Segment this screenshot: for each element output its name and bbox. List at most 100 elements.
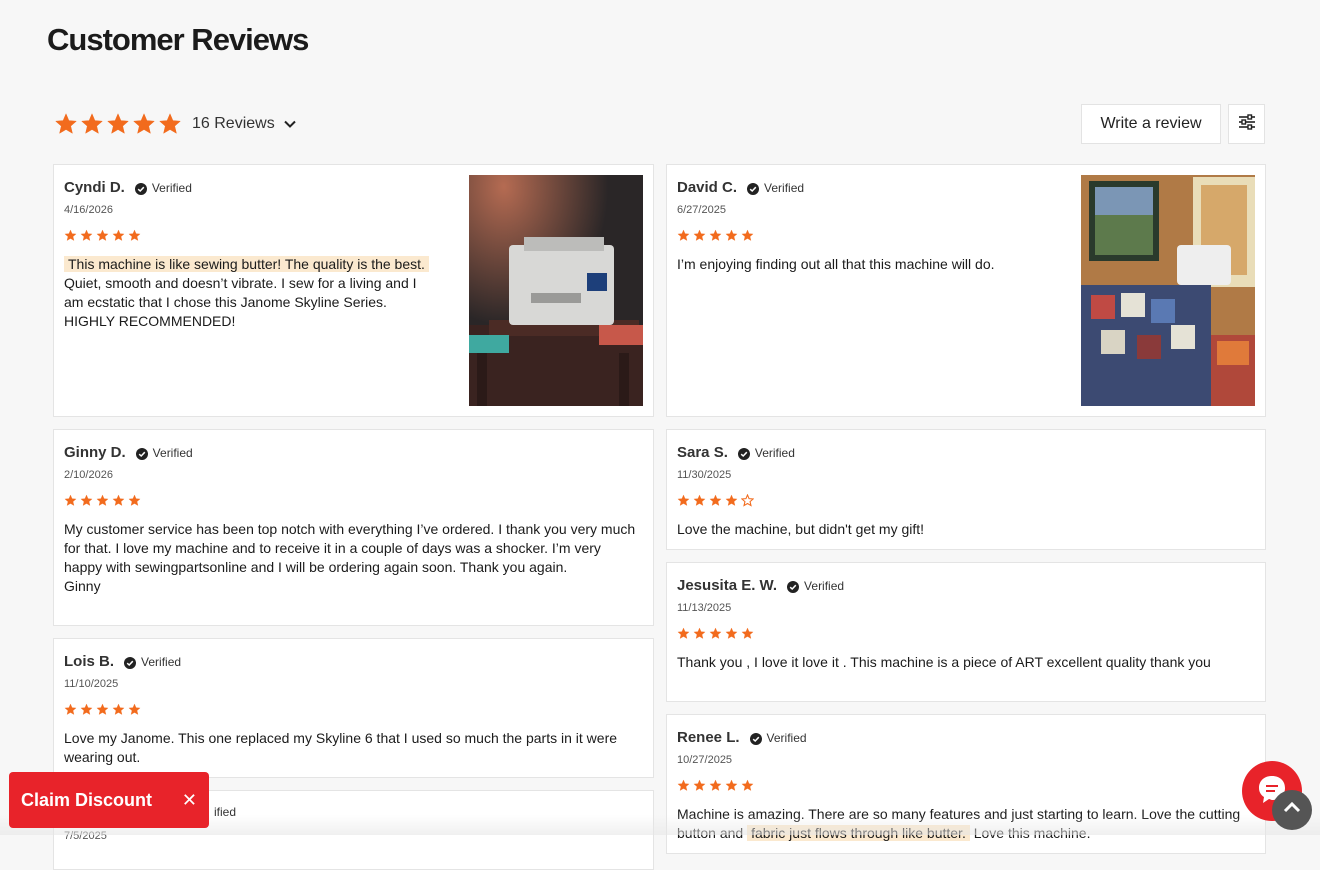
close-icon[interactable]: ✕ [182,790,197,811]
star-icon [107,113,129,134]
star-icon [159,113,181,134]
review-date: 10/27/2025 [677,754,733,766]
scroll-top-button[interactable] [1272,790,1312,830]
check-circle-icon [135,447,148,460]
star-icon [80,494,93,506]
star-icon [112,494,125,506]
review-count: 16 Reviews [192,115,275,132]
review-body: My customer service has been top notch w… [64,521,636,575]
review-date: 11/13/2025 [677,602,732,614]
verified-badge: Verified [141,654,182,669]
review-stars [677,627,754,640]
reviewer-name: Lois B. [64,653,115,670]
check-circle-icon [749,732,762,745]
review-photo[interactable] [1081,175,1255,406]
review-stars [677,494,754,507]
sliders-icon [1238,113,1256,135]
check-circle-icon [747,182,760,195]
star-icon [112,703,125,715]
star-icon [741,627,754,639]
review-card: David C. Verified 6/27/2025 I’m enjoying… [666,164,1266,417]
star-icon [741,229,754,241]
verified-badge: Verified [152,445,193,460]
review-stars [64,703,141,716]
star-icon [725,229,738,241]
review-date: 6/27/2025 [677,204,726,216]
star-icon [81,113,103,134]
review-card: Sara S. Verified 11/30/2025 Love the mac… [666,429,1266,550]
review-stars [677,229,754,242]
reviewer-name: Ginny D. [64,444,126,461]
star-icon [725,627,738,639]
review-text: This machine is like sewing butter! The … [64,255,436,331]
reviewer-name: Sara S. [677,444,728,461]
review-date: 11/30/2025 [677,469,732,481]
review-stars [64,229,141,242]
review-body-end: Love this machine. [973,825,1091,841]
verified-badge: ified [214,805,237,819]
reviewer-name: Jesusita E. W. [677,577,778,594]
star-icon [677,779,690,791]
star-icon [80,703,93,715]
verified-badge: Verified [766,730,807,745]
review-date: 4/16/2026 [64,204,113,216]
star-icon [128,703,141,715]
star-icon [709,627,722,639]
reviewer-name: Renee L. [677,729,740,746]
claim-discount-button[interactable]: Claim Discount ✕ [9,772,209,828]
section-title: Customer Reviews [47,22,309,57]
check-circle-icon [737,447,750,460]
reviewer-name: David C. [677,179,738,196]
review-card: Lois B. Verified 11/10/2025 Love my Jano… [53,638,654,778]
review-date: 7/5/2025 [64,830,107,842]
rating-summary[interactable]: 16 Reviews [54,108,297,140]
review-stars [64,494,141,507]
star-icon [677,627,690,639]
star-icon [64,494,77,506]
review-date: 2/10/2026 [64,469,113,481]
review-text: Love the machine, but didn't get my gift… [677,521,925,537]
review-text: I’m enjoying finding out all that this m… [677,256,995,272]
star-icon [80,229,93,241]
star-icon [128,494,141,506]
filter-button[interactable] [1228,104,1265,144]
star-icon [96,703,109,715]
star-icon [96,494,109,506]
star-icon [677,494,690,506]
review-text: Machine is amazing. There are so many fe… [677,805,1247,843]
review-card: Jesusita E. W. Verified 11/13/2025 Thank… [666,562,1266,702]
star-icon [112,229,125,241]
claim-discount-label[interactable]: Claim Discount [21,790,182,811]
chevron-down-icon[interactable] [283,117,297,131]
review-text: My customer service has been top notch w… [64,520,642,596]
verified-badge: Verified [151,180,192,195]
verified-badge: Verified [764,180,805,195]
write-review-button[interactable]: Write a review [1081,104,1221,144]
review-signature: Ginny [64,578,101,594]
chevron-up-icon [1282,798,1302,823]
review-card: Ginny D. Verified 2/10/2026 My customer … [53,429,654,626]
star-icon [709,494,722,506]
reviewer-name: Cyndi D. [64,179,125,196]
star-icon [709,229,722,241]
star-icon [128,229,141,241]
star-icon [693,494,706,506]
star-outline-icon [741,494,754,507]
star-icon [709,779,722,791]
star-icon [133,113,155,134]
review-body: Quiet, smooth and doesn’t vibrate. I sew… [64,275,417,329]
star-icon [741,779,754,791]
review-photo[interactable] [469,175,643,406]
review-stars [677,779,754,792]
star-icon [64,703,77,715]
star-icon [693,229,706,241]
review-text: Love my Janome. This one replaced my Sky… [64,730,618,765]
star-icon [725,779,738,791]
star-icon [64,229,77,241]
star-icon [725,494,738,506]
review-highlight: This machine is like sewing butter! The … [64,256,429,272]
review-card: Renee L. Verified 10/27/2025 Machine is … [666,714,1266,854]
star-icon [693,627,706,639]
star-icon [96,229,109,241]
star-icon [55,113,77,134]
